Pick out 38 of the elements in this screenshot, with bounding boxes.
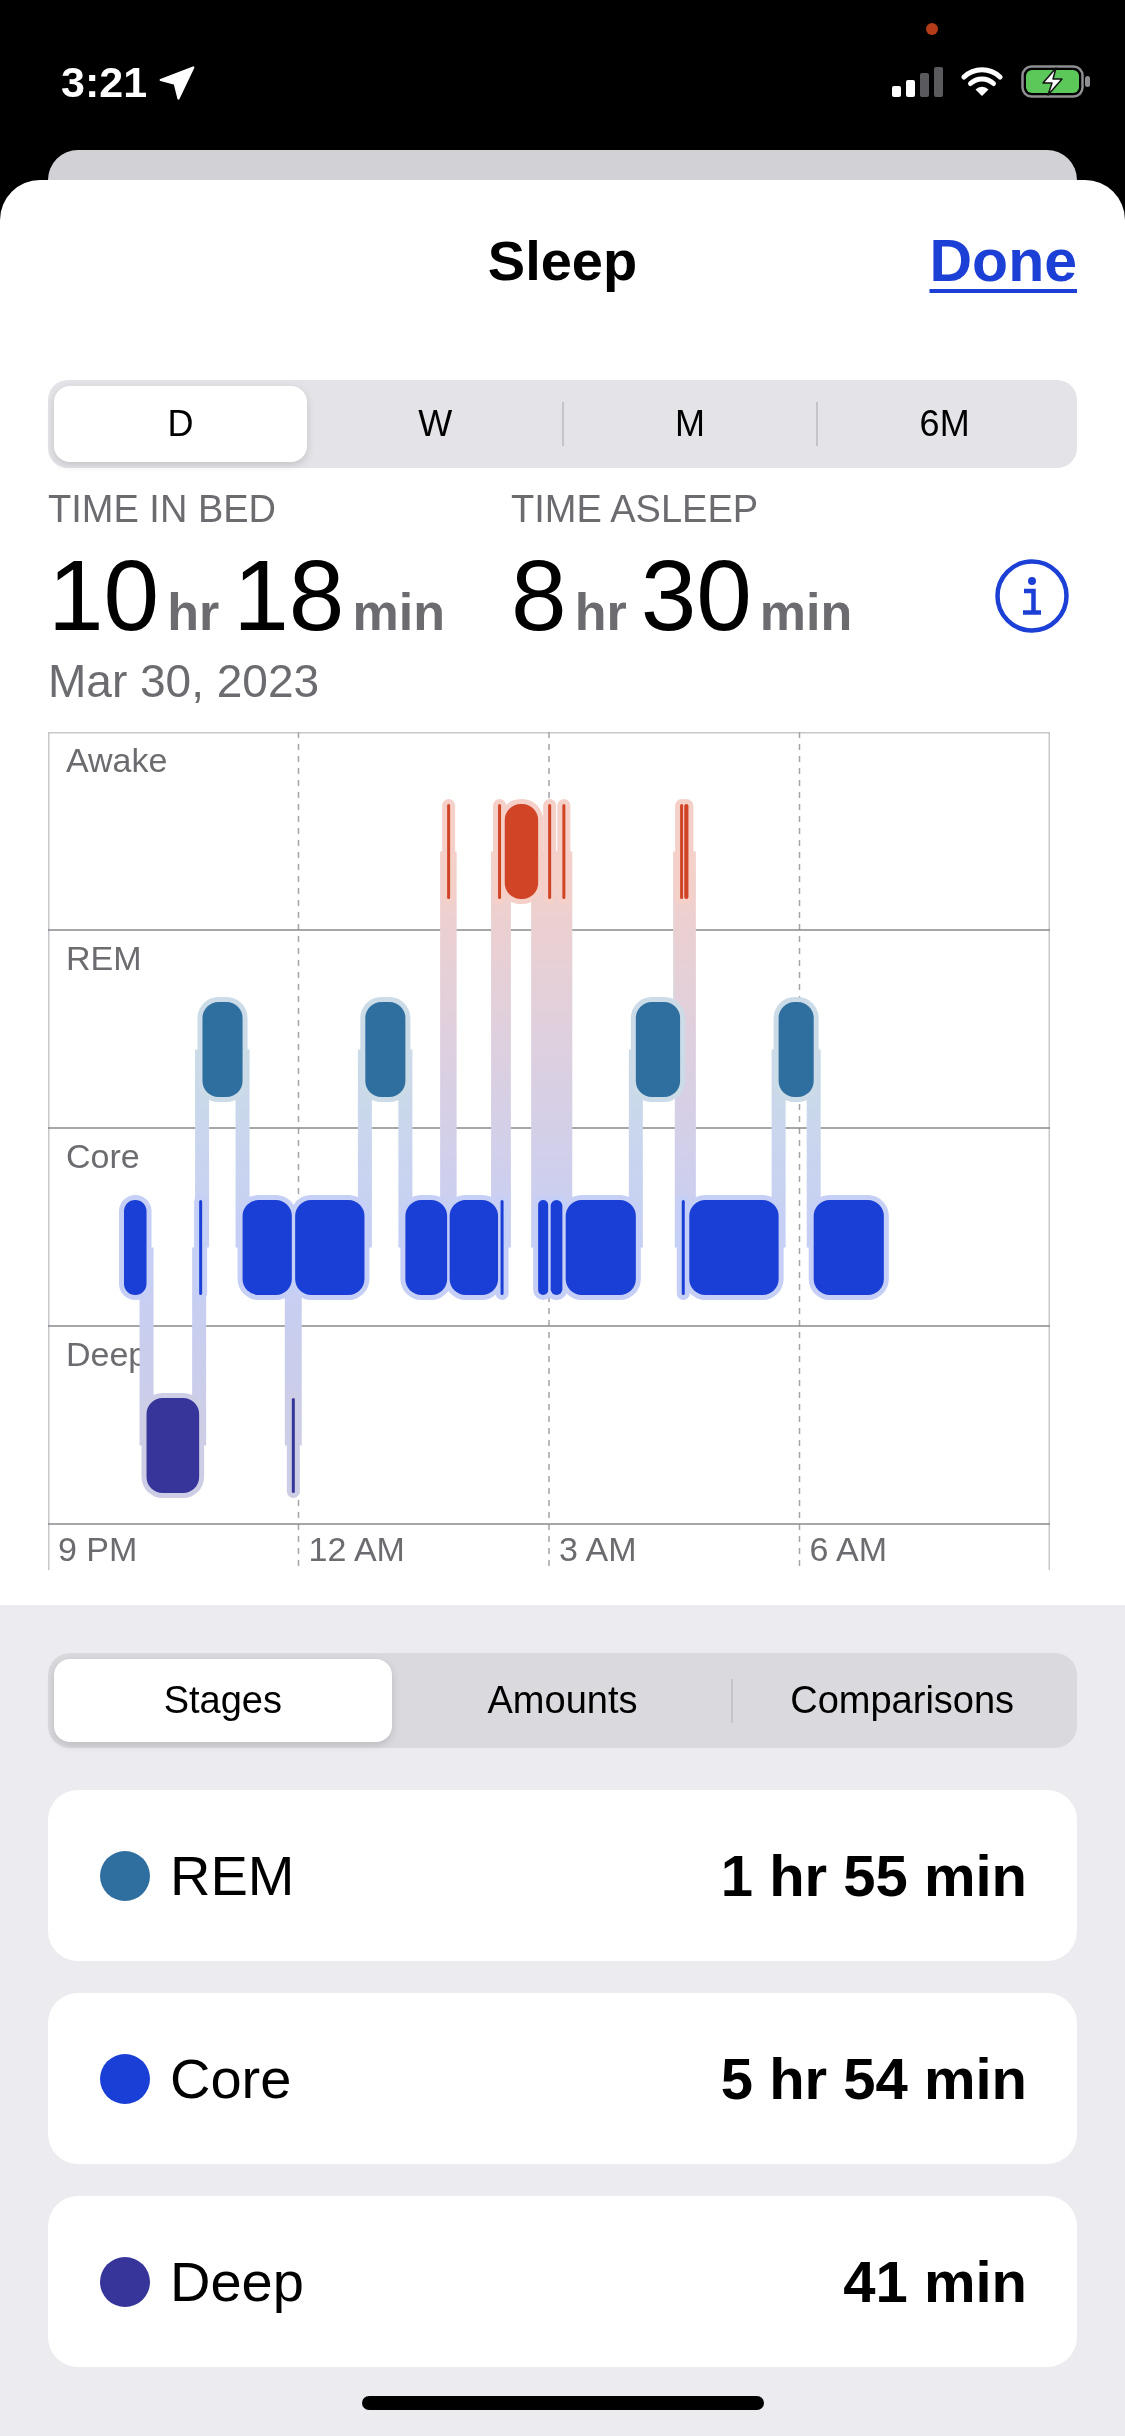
time-axis-label: 6 AM [809, 1530, 887, 1568]
stage-name: REM [170, 1843, 295, 1908]
location-arrow-icon [159, 66, 196, 100]
segment-tab[interactable]: M [563, 386, 817, 462]
stat-unit: hr [167, 584, 220, 640]
stage-axis-label: Core [66, 1137, 140, 1175]
stat-number: 30 [640, 545, 752, 645]
stage-duration: 1 hr 55 min [720, 1842, 1027, 1909]
segment-tab[interactable]: D [54, 386, 307, 462]
time-axis-label: 3 AM [559, 1530, 637, 1568]
stage-name: Core [170, 2046, 292, 2111]
stat-unit: hr [574, 584, 627, 640]
stage-duration: 41 min [843, 2248, 1027, 2315]
signal-bars-icon [892, 66, 943, 97]
wifi-icon [961, 66, 1003, 97]
stat-number: 8 [511, 545, 567, 645]
sheet-title: Sleep [487, 229, 638, 293]
stage-name: Deep [170, 2249, 304, 2314]
stage-axis-label: Awake [66, 741, 168, 779]
segment-tab[interactable]: W [308, 386, 562, 462]
info-icon[interactable] [995, 559, 1069, 633]
stat-unit: min [352, 584, 445, 640]
done-button[interactable]: Done [929, 228, 1077, 294]
stage-axis-label: REM [66, 939, 142, 977]
status-time: 3:21 [61, 57, 148, 107]
stat-number: 10 [48, 545, 160, 645]
segment-tab[interactable]: Stages [54, 1659, 392, 1742]
segment-tab[interactable]: Amounts [393, 1659, 732, 1742]
stat-label: TIME ASLEEP [511, 487, 759, 531]
time-axis-label: 9 PM [58, 1530, 138, 1568]
stat-label: TIME IN BED [48, 487, 277, 531]
stat-unit: min [759, 584, 853, 640]
stage-duration: 5 hr 54 min [720, 2045, 1027, 2112]
segment-tab[interactable]: 6M [818, 386, 1071, 462]
stat-number: 18 [233, 545, 345, 645]
time-axis-label: 12 AM [308, 1530, 405, 1568]
segment-tab[interactable]: Comparisons [733, 1659, 1071, 1742]
date-label: Mar 30, 2023 [48, 656, 320, 706]
